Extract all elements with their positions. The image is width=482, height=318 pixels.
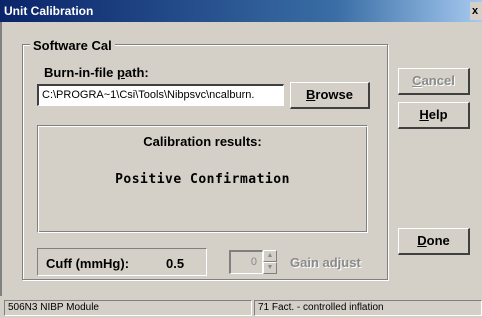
cancel-button[interactable]: Cancel [398, 68, 470, 95]
window-title: Unit Calibration [4, 4, 94, 18]
status-module: 506N3 NIBP Module [4, 300, 252, 316]
status-mode: 71 Fact. - controlled inflation [254, 300, 482, 316]
cuff-pressure-value: 0.5 [166, 256, 185, 271]
cuff-pressure-label: Cuff (mmHg): [46, 256, 130, 271]
calibration-result-value: Positive Confirmation [115, 172, 290, 187]
gain-adjust-spinner[interactable]: ▲ ▼ [263, 250, 277, 274]
spin-up-icon[interactable]: ▲ [263, 250, 277, 262]
browse-button[interactable]: Browse [290, 82, 370, 109]
close-button[interactable]: x [470, 2, 482, 20]
burn-in-path-field[interactable]: C:\PROGRA~1\Csi\Tools\Nibpsvc\ncalburn. [37, 84, 284, 106]
group-legend: Software Cal [30, 38, 115, 53]
close-icon: x [472, 5, 479, 17]
title-bar: Unit Calibration x [0, 0, 482, 22]
window-left-edge [0, 22, 2, 296]
gain-adjust-label: Gain adjust [290, 255, 361, 270]
calibration-results-title: Calibration results: [143, 134, 262, 149]
help-button[interactable]: Help [398, 102, 470, 129]
gain-adjust-input[interactable]: 0 [229, 250, 263, 274]
burn-in-path-label: Burn-in-file path: [44, 65, 149, 80]
spin-down-icon[interactable]: ▼ [263, 262, 277, 274]
status-bar: 506N3 NIBP Module 71 Fact. - controlled … [0, 298, 482, 318]
done-button[interactable]: Done [398, 228, 470, 255]
